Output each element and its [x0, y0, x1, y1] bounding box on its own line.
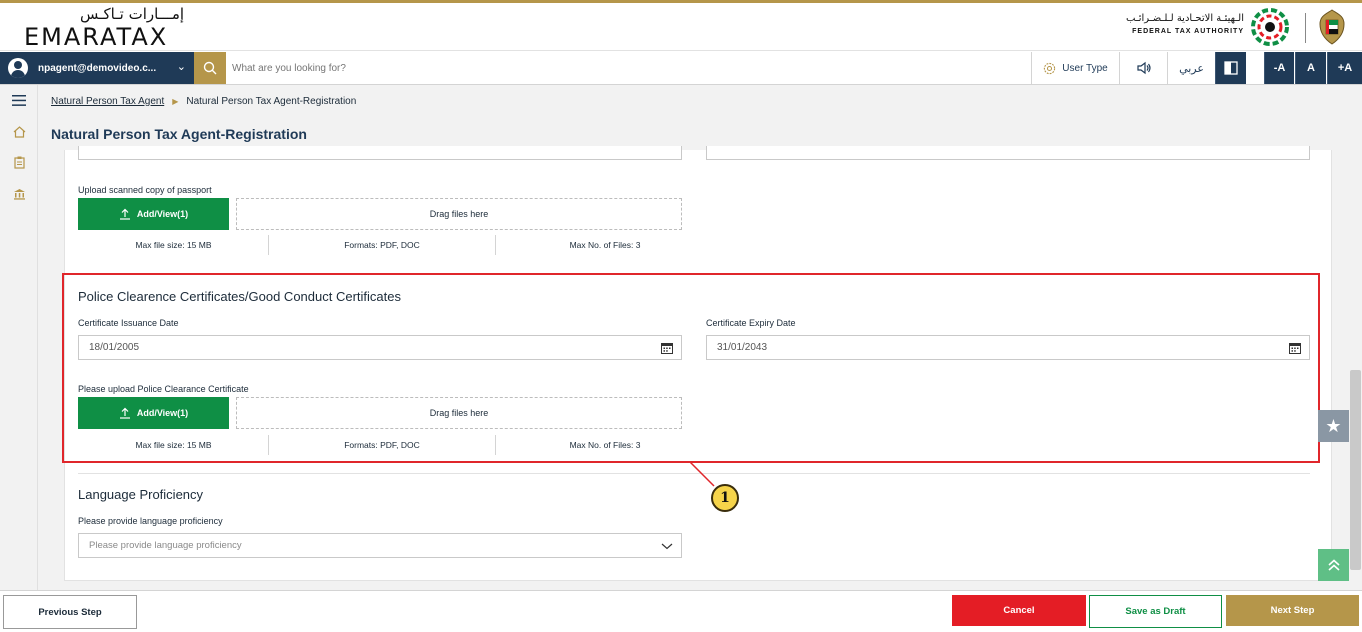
- chevron-down-icon: ⌄: [176, 61, 186, 73]
- breadcrumb: Natural Person Tax Agent ▶ Natural Perso…: [38, 85, 1362, 117]
- search-input[interactable]: [232, 56, 1012, 80]
- font-decrease-button[interactable]: -A: [1264, 52, 1294, 84]
- left-sidebar: [0, 85, 38, 590]
- clipboard-icon: [13, 156, 25, 169]
- sidebar-item-returns[interactable]: [0, 149, 38, 175]
- user-type-button[interactable]: User Type: [1031, 52, 1119, 84]
- language-section-title: Language Proficiency: [78, 487, 204, 502]
- scroll-to-top-button[interactable]: [1318, 549, 1349, 581]
- previous-date-input[interactable]: [706, 146, 1310, 160]
- font-increase-button[interactable]: +A: [1327, 52, 1362, 84]
- user-avatar-icon: [8, 58, 28, 78]
- emaratax-logo[interactable]: EMARATAX: [24, 23, 168, 51]
- breadcrumb-parent-link[interactable]: Natural Person Tax Agent: [51, 96, 164, 107]
- language-toggle[interactable]: عربي: [1167, 52, 1215, 84]
- search-icon: [203, 61, 217, 75]
- previous-field-input[interactable]: [78, 146, 682, 160]
- annotation-pointer-line: [689, 462, 715, 487]
- passport-formats: Formats: PDF, DOC: [344, 240, 420, 250]
- passport-max-size: Max file size: 15 MB: [135, 240, 212, 250]
- cancel-button[interactable]: Cancel: [952, 595, 1086, 626]
- uae-emblem-icon: [1319, 9, 1345, 45]
- fta-logo-icon: [1251, 8, 1289, 46]
- fta-name-arabic: الـهيئـة الاتحـادية لـلـضـرائـب: [1126, 13, 1244, 24]
- save-as-draft-button[interactable]: Save as Draft: [1089, 595, 1222, 628]
- annotation-number-badge: 1: [711, 484, 739, 512]
- search-button[interactable]: [194, 52, 226, 84]
- fta-name-english: FEDERAL TAX AUTHORITY: [1132, 28, 1244, 35]
- star-icon: ★: [1325, 415, 1342, 436]
- annotation-highlight-box: [62, 273, 1320, 463]
- passport-add-view-button[interactable]: Add/View(1): [78, 198, 229, 230]
- breadcrumb-current: Natural Person Tax Agent-Registration: [186, 95, 357, 107]
- sidebar-item-home[interactable]: [0, 119, 38, 145]
- previous-step-button[interactable]: Previous Step: [3, 595, 137, 629]
- home-icon: [13, 126, 25, 138]
- next-step-button[interactable]: Next Step: [1226, 595, 1359, 626]
- passport-drop-zone[interactable]: Drag files here: [236, 198, 682, 230]
- upload-icon: [119, 208, 130, 220]
- contrast-icon: [1224, 61, 1238, 75]
- brand-divider: [1305, 13, 1306, 43]
- passport-max-files: Max No. of Files: 3: [569, 240, 641, 250]
- page-title: Natural Person Tax Agent-Registration: [51, 126, 307, 142]
- language-proficiency-placeholder: Please provide language proficiency: [89, 540, 242, 551]
- user-type-label: User Type: [1062, 62, 1108, 74]
- footer-action-bar: Previous Step Cancel Save as Draft Next …: [0, 590, 1362, 632]
- double-chevron-up-icon: [1327, 559, 1340, 571]
- top-toolbar: npagent@demovideo.c... ⌄ User Type عربي …: [0, 52, 1362, 85]
- scrollbar-thumb[interactable]: [1350, 370, 1361, 570]
- contrast-toggle[interactable]: [1215, 52, 1246, 84]
- favorite-button[interactable]: ★: [1318, 410, 1349, 442]
- sidebar-item-bank[interactable]: [0, 181, 38, 207]
- user-email: npagent@demovideo.c...: [38, 62, 157, 74]
- language-proficiency-label: Please provide language proficiency: [78, 516, 223, 526]
- menu-toggle[interactable]: [0, 87, 38, 113]
- passport-upload-label: Upload scanned copy of passport: [78, 185, 212, 195]
- logo-arabic: إمـــارات تـاكـس: [80, 5, 185, 23]
- bank-icon: [13, 189, 25, 200]
- speaker-icon: [1136, 61, 1151, 75]
- gear-icon: [1044, 62, 1056, 74]
- brand-header: إمـــارات تـاكـس EMARATAX الـهيئـة الاتح…: [0, 3, 1362, 51]
- font-reset-button[interactable]: A: [1295, 52, 1326, 84]
- passport-add-view-label: Add/View(1): [136, 209, 189, 219]
- language-proficiency-select[interactable]: Please provide language proficiency: [78, 533, 682, 558]
- user-menu[interactable]: npagent@demovideo.c... ⌄: [0, 52, 194, 84]
- breadcrumb-separator-icon: ▶: [172, 96, 179, 106]
- read-aloud-button[interactable]: [1119, 52, 1167, 84]
- chevron-down-icon: [661, 543, 673, 550]
- hamburger-icon: [12, 94, 26, 106]
